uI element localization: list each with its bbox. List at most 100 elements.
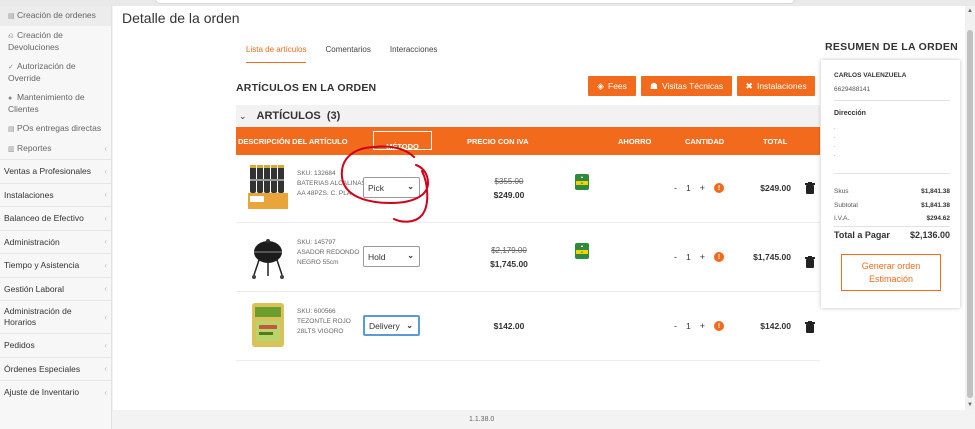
qty-value: 1	[686, 321, 691, 331]
sidebar-item-ventas-profesionales[interactable]: Ventas a Profesionales ‹	[0, 159, 111, 183]
address-line: .	[834, 134, 836, 140]
qty-minus-button[interactable]: -	[674, 252, 677, 262]
sidebar-item-label: POs entregas directas	[17, 123, 102, 133]
qty-plus-button[interactable]: +	[700, 252, 705, 262]
sidebar-item-pedidos[interactable]: Pedidos ‹	[0, 333, 111, 357]
info-icon[interactable]: !	[714, 252, 724, 262]
trash-icon[interactable]	[805, 321, 815, 333]
method-column-dropdown[interactable]: MÉTODO ⌄	[373, 131, 432, 151]
sidebar-item-label: Mantenimiento de Clientes	[8, 92, 85, 114]
divider	[834, 226, 950, 227]
chevron-left-icon: ‹	[104, 166, 107, 176]
chevron-down-icon: ⌄	[406, 321, 413, 330]
method-select-value: Delivery	[369, 320, 400, 331]
sidebar-item-administracion[interactable]: Administración ‹	[0, 229, 111, 254]
sidebar-item-balanceo-efectivo[interactable]: Balanceo de Efectivo ‹	[0, 206, 111, 230]
table-row: SKU: 600566 TEZONTLE ROJO 28LTS VIGORO D…	[236, 293, 820, 361]
trash-icon[interactable]	[805, 182, 815, 194]
grid-icon: ▤	[8, 126, 15, 133]
sidebar-item-ordenes-especiales[interactable]: Órdenes Especiales ‹	[0, 356, 111, 381]
sidebar-item-autorizacion-override[interactable]: ✓ Autorización de Override	[0, 57, 111, 88]
sidebar-item-label: Creación de ordenes	[17, 10, 96, 20]
product-info: SKU: 132684 BATERIAS ALCALINAS AA 48PZS.…	[297, 169, 367, 199]
tab-lista-articulos[interactable]: Lista de artículos	[246, 45, 307, 63]
sidebar-item-label: Administración de Horarios	[4, 306, 72, 327]
sidebar-item-label: Tiempo y Asistencia	[4, 260, 80, 271]
sidebar-item-instalaciones[interactable]: Instalaciones ‹	[0, 182, 111, 207]
method-select-value: Hold	[368, 251, 386, 262]
generate-estimate-button[interactable]: Generar orden Estimación	[841, 254, 941, 291]
product-sku: SKU: 145797	[297, 239, 336, 246]
method-select-value: Pick	[368, 182, 385, 193]
scroll-up-icon[interactable]: ▲	[967, 8, 973, 14]
quantity-stepper: - 1 + !	[674, 321, 724, 331]
qty-minus-button[interactable]: -	[674, 321, 677, 331]
sidebar-item-gestion-laboral[interactable]: Gestión Laboral ‹	[0, 276, 111, 301]
info-icon[interactable]: !	[714, 183, 724, 193]
price-cell: $2,179.00 $1,745.00	[479, 246, 539, 269]
instalaciones-button[interactable]: ✖ Instalaciones	[737, 76, 815, 96]
address-label: Dirección	[834, 110, 866, 117]
fees-button[interactable]: ◈ Fees	[588, 76, 636, 96]
info-icon[interactable]: !	[714, 321, 724, 331]
visitas-tecnicas-button[interactable]: ☗ Visitas Técnicas	[641, 76, 732, 96]
summary-value: $1,841.38	[921, 188, 950, 195]
qty-plus-button[interactable]: +	[700, 183, 705, 193]
saving-tag-icon: ▲ ■	[575, 174, 589, 190]
group-label: ARTÍCULOS	[256, 110, 321, 122]
visitas-button-label: Visitas Técnicas	[661, 81, 724, 91]
product-name: TEZONTLE ROJO 28LTS VIGORO	[297, 318, 351, 335]
product-image-grill	[252, 239, 284, 279]
sidebar-item-creacion-devoluciones[interactable]: ⎌ Creación de Devoluciones	[0, 26, 111, 57]
tab-comentarios[interactable]: Comentarios	[325, 45, 370, 63]
trash-icon[interactable]	[805, 256, 815, 268]
sidebar-item-tiempo-asistencia[interactable]: Tiempo y Asistencia ‹	[0, 253, 111, 277]
summary-title: RESUMEN DE LA ORDEN	[825, 41, 959, 53]
sidebar-item-mantenimiento-clientes[interactable]: ● Mantenimiento de Clientes	[0, 88, 111, 119]
sidebar-item-creacion-ordenes[interactable]: ▤ Creación de ordenes	[0, 6, 111, 26]
qty-value: 1	[686, 183, 691, 193]
address-bar-edge	[155, 0, 795, 4]
sidebar-item-ajuste-inventario[interactable]: Ajuste de Inventario ‹	[0, 380, 111, 404]
chevron-left-icon: ‹	[104, 387, 107, 397]
scrollbar[interactable]: ▲ ▼	[965, 6, 975, 410]
scrollbar-thumb[interactable]	[967, 30, 973, 398]
sidebar-item-label: Instalaciones	[4, 189, 54, 200]
summary-value: $294.62	[926, 215, 951, 222]
scroll-down-icon[interactable]: ▼	[967, 402, 973, 408]
chevron-down-icon: ⌄	[399, 142, 406, 151]
chevron-left-icon: ‹	[104, 340, 107, 350]
product-sku: SKU: 600566	[297, 308, 336, 315]
chevron-left-icon: ‹	[104, 312, 107, 322]
price: $249.00	[493, 190, 525, 200]
sidebar-item-administracion-horarios[interactable]: Administración de Horarios ‹	[0, 300, 111, 333]
grid-icon: ▤	[8, 13, 15, 20]
section-title: ARTÍCULOS EN LA ORDEN	[236, 82, 377, 94]
technician-icon: ☗	[649, 80, 658, 91]
sidebar-item-pos-entregas[interactable]: ▤ POs entregas directas	[0, 119, 111, 139]
tag-icon: ◈	[597, 80, 604, 91]
product-info: SKU: 145797 ASADOR REDONDO NEGRO 55cm	[297, 238, 367, 268]
method-select[interactable]: Pick ⌄	[363, 177, 420, 198]
report-icon: ▥	[8, 146, 15, 153]
product-image-batteries	[248, 165, 288, 209]
product-info: SKU: 600566 TEZONTLE ROJO 28LTS VIGORO	[297, 307, 367, 337]
articles-group-toggle[interactable]: ⌄ ARTÍCULOS (3)	[236, 105, 820, 127]
chevron-left-icon: ‹	[104, 213, 107, 223]
method-select[interactable]: Hold ⌄	[363, 246, 420, 267]
qty-plus-button[interactable]: +	[700, 321, 705, 331]
row-total: $142.00	[760, 321, 791, 331]
tab-interacciones[interactable]: Interacciones	[390, 45, 438, 63]
price-cell: $355.00 $249.00	[479, 177, 539, 200]
tab-bar: Lista de artículos Comentarios Interacci…	[246, 45, 437, 63]
order-summary-card: CARLOS VALENZUELA 6629488141 Dirección .…	[821, 60, 960, 308]
method-select[interactable]: Delivery ⌄	[363, 315, 420, 336]
qty-minus-button[interactable]: -	[674, 183, 677, 193]
product-image-soil-bag	[252, 303, 284, 347]
address-line: .	[834, 143, 836, 149]
summary-label: Subtotal	[834, 202, 858, 209]
product-name: ASADOR REDONDO NEGRO 55cm	[297, 249, 360, 266]
row-total: $1,745.00	[753, 252, 791, 262]
sidebar-item-reportes[interactable]: ▥ Reportes ‹	[0, 139, 111, 159]
qty-value: 1	[686, 252, 691, 262]
